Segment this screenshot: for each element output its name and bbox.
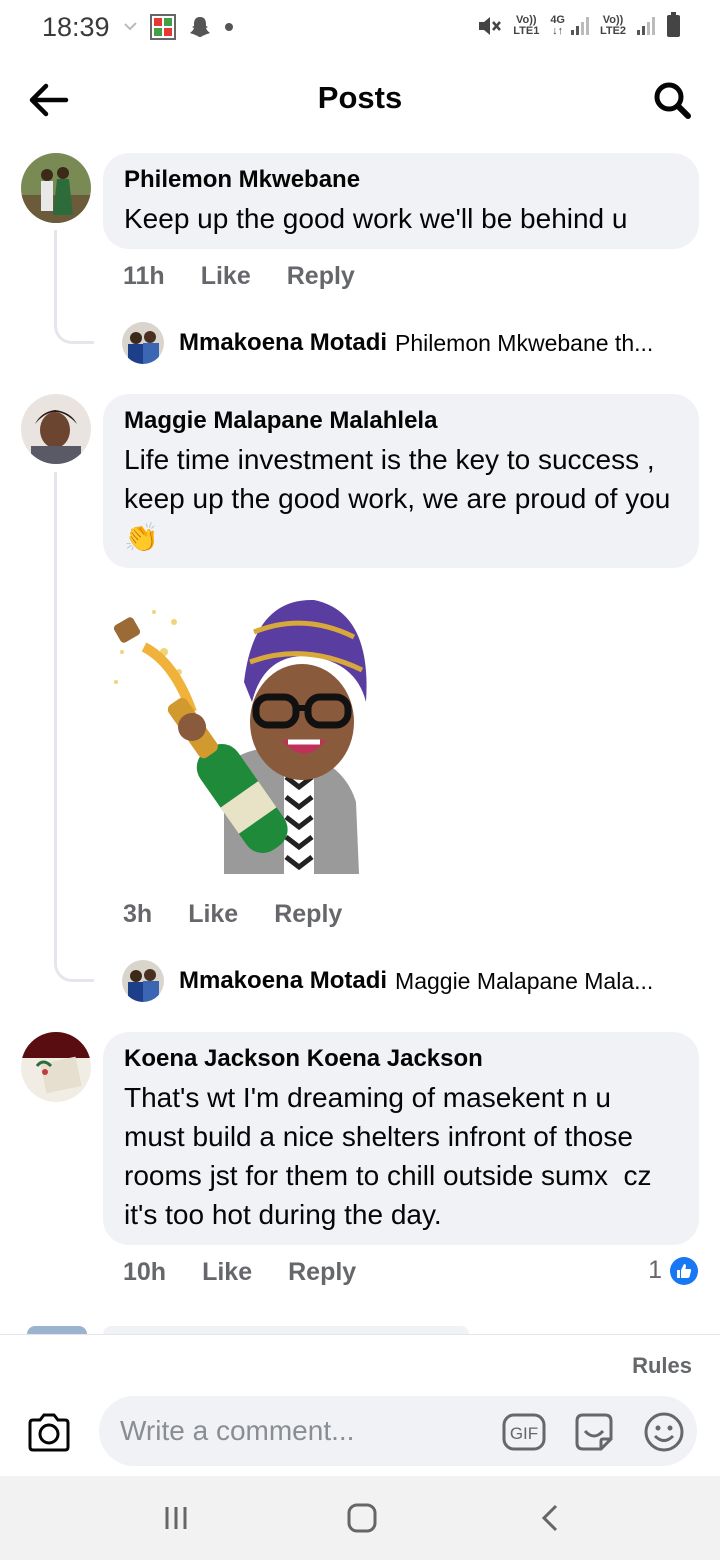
header: Posts [0, 56, 720, 142]
profile-photo-icon [122, 322, 164, 364]
comment-actions: 10h Like Reply [123, 1258, 356, 1287]
thumbs-up-icon [670, 1256, 698, 1285]
next-comment-peek [27, 1326, 87, 1334]
sticker[interactable] [104, 592, 374, 878]
avatar[interactable] [122, 960, 164, 1002]
champagne-celebration-avatar-sticker [113, 599, 367, 874]
avatar[interactable] [122, 322, 164, 364]
missed-call-icon [124, 22, 137, 31]
comment-composer: Rules GIF [0, 1334, 720, 1476]
reaction-count-text: 1 [648, 1256, 662, 1284]
thread-connector [54, 230, 94, 344]
back-icon [541, 1504, 558, 1532]
emoji-icon [644, 1412, 684, 1452]
reaction-count[interactable]: 1 [648, 1256, 698, 1285]
reply-author[interactable]: Mmakoena Motadi [179, 329, 387, 357]
gif-icon: GIF [502, 1413, 546, 1451]
sim1-text: Vo)) LTE1 [513, 14, 540, 37]
comment-text: That's wt I'm dreaming of masekent n u m… [124, 1082, 660, 1230]
app-notification-icon [150, 14, 176, 40]
reply-button[interactable]: Reply [288, 1258, 356, 1287]
sticker-icon [575, 1413, 613, 1451]
emoji-button[interactable] [642, 1411, 686, 1453]
sim2-label: Vo)) LTE2 [595, 15, 631, 37]
system-nav-bar [0, 1476, 720, 1560]
comment-bubble[interactable]: Maggie Malapane Malahlela Life time inve… [103, 394, 699, 568]
like-button[interactable]: Like [188, 900, 238, 929]
status-time: 18:39 [42, 12, 110, 42]
gif-button[interactable]: GIF [502, 1411, 546, 1453]
page-title: Posts [317, 80, 403, 115]
status-right-icons: Vo)) LTE1 4G ↓↑ Vo)) LTE2 [476, 12, 680, 38]
recent-apps-icon [165, 1507, 187, 1529]
signal-strength-icon [571, 17, 589, 35]
next-comment-peek-bubble [103, 1326, 469, 1334]
reply-preview[interactable]: Mmakoena Motadi Philemon Mkwebane th... [122, 322, 702, 364]
comment-actions: 3h Like Reply [123, 900, 342, 929]
dot-icon [225, 23, 233, 31]
like-button[interactable]: Like [202, 1258, 252, 1287]
profile-photo-icon [21, 1032, 91, 1102]
search-icon [654, 82, 691, 119]
avatar[interactable] [21, 394, 91, 464]
home-button[interactable] [342, 1500, 382, 1536]
comment-time: 3h [123, 900, 153, 928]
profile-photo-icon [122, 960, 164, 1002]
status-bar: 18:39 Vo)) LTE1 4G ↓↑ Vo)) LTE2 [0, 0, 720, 56]
battery-icon [667, 12, 680, 37]
comment-author[interactable]: Koena Jackson Koena Jackson [124, 1044, 679, 1074]
reply-button[interactable]: Reply [287, 262, 355, 291]
rules-link[interactable]: Rules [632, 1353, 692, 1379]
avatar[interactable] [21, 153, 91, 223]
signal-strength-2-icon [637, 17, 655, 35]
camera-button[interactable] [26, 1411, 72, 1453]
gif-label: GIF [510, 1424, 538, 1443]
comment-author[interactable]: Philemon Mkwebane [124, 165, 679, 195]
snapchat-icon [190, 17, 210, 37]
reply-author[interactable]: Mmakoena Motadi [179, 967, 387, 995]
profile-photo-icon [21, 394, 91, 464]
nav-back-button[interactable] [530, 1500, 570, 1536]
comment-time: 11h [123, 262, 165, 290]
reply-preview[interactable]: Mmakoena Motadi Maggie Malapane Mala... [122, 960, 702, 1002]
profile-photo-icon [21, 153, 91, 223]
comment-time: 10h [123, 1258, 167, 1286]
status-left-icons [124, 14, 234, 40]
search-button[interactable] [652, 80, 692, 120]
mute-icon [479, 17, 502, 35]
composer-icons: GIF [502, 1411, 686, 1453]
sim2-text: Vo)) LTE2 [599, 14, 627, 37]
reply-snippet: Maggie Malapane Mala... [395, 967, 654, 994]
reply-snippet: Philemon Mkwebane th... [395, 329, 654, 356]
comment-actions: 11h Like Reply [123, 262, 355, 291]
thread-connector [54, 472, 94, 982]
comment-text: Life time investment is the key to succe… [124, 444, 679, 553]
reply-button[interactable]: Reply [274, 900, 342, 929]
network-type: 4G ↓↑ [550, 15, 565, 37]
home-icon [347, 1503, 377, 1533]
camera-icon [28, 1413, 70, 1452]
sim1-label: Vo)) LTE1 [508, 15, 544, 37]
data-arrows-icon: ↓↑ [552, 25, 564, 37]
comment-author[interactable]: Maggie Malapane Malahlela [124, 406, 679, 436]
like-button[interactable]: Like [201, 262, 251, 291]
recent-apps-button[interactable] [156, 1500, 196, 1536]
comment-bubble[interactable]: Philemon Mkwebane Keep up the good work … [103, 153, 699, 249]
comment-text: Keep up the good work we'll be behind u [124, 203, 628, 234]
avatar[interactable] [21, 1032, 91, 1102]
comment-bubble[interactable]: Koena Jackson Koena Jackson That's wt I'… [103, 1032, 699, 1245]
sticker-button[interactable] [572, 1411, 616, 1453]
